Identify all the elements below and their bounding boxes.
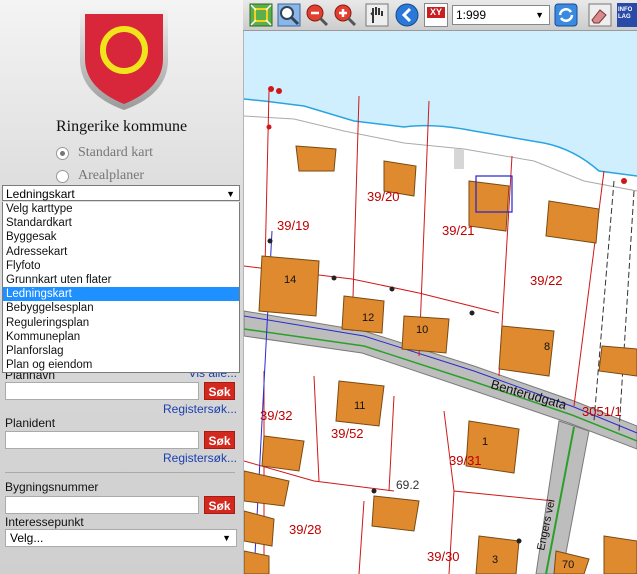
pan-hand-icon[interactable] [365, 3, 389, 27]
building-number: 11 [354, 400, 365, 412]
xy-label: XY [427, 7, 445, 18]
radio-button-checked[interactable] [56, 146, 69, 160]
plan-id-search-button[interactable]: Søk [204, 431, 235, 449]
layer-option[interactable]: Kommuneplan [3, 330, 239, 344]
scale-value: 1:999 [456, 8, 487, 22]
layer-option[interactable]: Standardkart [3, 216, 239, 230]
plot-label: 39/19 [277, 218, 310, 233]
plan-id-label: Planident [5, 416, 56, 430]
plot-label: 39/32 [260, 408, 293, 423]
refresh-icon[interactable] [554, 3, 578, 27]
dropdown-arrow-icon: ▼ [226, 189, 235, 199]
map-layer-select-value: Ledningskart [6, 187, 75, 201]
plan-name-input[interactable] [5, 382, 199, 400]
interest-point-value: Velg... [10, 531, 44, 545]
building-number: 12 [362, 312, 374, 324]
layer-option[interactable]: Velg karttype [3, 202, 239, 216]
municipality-name: Ringerike kommune [55, 118, 188, 135]
divider [5, 472, 235, 473]
xy-coordinate-icon[interactable]: XY [424, 3, 448, 27]
plan-name-register-search-link[interactable]: Registersøk... [163, 402, 237, 416]
layer-option[interactable]: Plan og eiendom [3, 358, 239, 372]
radio-label: Standard kart [78, 145, 154, 160]
info-layer-icon[interactable]: INFO LAG [617, 3, 637, 27]
building-number: 10 [416, 324, 428, 336]
layer-option[interactable]: Flyfoto [3, 259, 239, 273]
interest-point-select[interactable]: Velg... ▼ [5, 529, 237, 547]
building-number: 1 [482, 436, 488, 448]
plan-name-search-button[interactable]: Søk [204, 382, 235, 400]
building-number-label: Bygningsnummer [5, 480, 99, 494]
map-toolbar: XY 1:999 ▼ INFO LAG [243, 0, 637, 31]
interest-point-label: Interessepunkt [5, 515, 84, 529]
zoom-out-icon[interactable] [305, 3, 329, 27]
map-layer-select[interactable]: Ledningskart ▼ [2, 185, 240, 201]
layer-option[interactable]: Grunnkart uten flater [3, 273, 239, 287]
radio-label: Arealplaner [78, 168, 145, 183]
back-arrow-icon[interactable] [395, 3, 419, 27]
plot-label: 39/30 [427, 549, 460, 564]
plot-label: 39/52 [331, 426, 364, 441]
dropdown-arrow-icon: ▼ [535, 10, 544, 20]
layer-option[interactable]: Bebyggelsesplan [3, 301, 239, 315]
building-number-search-button[interactable]: Søk [204, 496, 235, 514]
plot-label: 39/28 [289, 522, 322, 537]
plot-label: 3051/1 [582, 404, 622, 419]
plan-id-register-search-link[interactable]: Registersøk... [163, 451, 237, 465]
plan-id-input[interactable] [5, 431, 199, 449]
map-view[interactable]: 39/20 39/19 39/21 39/22 39/32 39/52 3051… [244, 31, 637, 574]
map-canvas[interactable]: 39/20 39/19 39/21 39/22 39/32 39/52 3051… [244, 31, 637, 574]
layer-option[interactable]: Reguleringsplan [3, 316, 239, 330]
zoom-window-icon[interactable] [277, 3, 301, 27]
building-number-input[interactable] [5, 496, 199, 514]
plot-label: 39/21 [442, 223, 475, 238]
layer-option[interactable]: Planforslag [3, 344, 239, 358]
map-layer-dropdown-list: Velg karttype Standardkart Byggesak Adre… [2, 202, 240, 373]
eraser-icon[interactable] [588, 3, 612, 27]
layer-option[interactable]: Byggesak [3, 230, 239, 244]
layer-option-selected[interactable]: Ledningskart [3, 287, 239, 302]
plot-label: 39/31 [449, 453, 482, 468]
plot-label: 39/20 [367, 189, 400, 204]
building-number: 3 [492, 554, 498, 566]
scale-select[interactable]: 1:999 ▼ [452, 5, 550, 25]
building-number: 8 [544, 341, 550, 353]
building-number: 70 [562, 559, 574, 571]
building-number: 14 [284, 274, 296, 286]
elevation-label: 69.2 [396, 478, 420, 492]
dropdown-arrow-icon: ▼ [222, 533, 231, 543]
radio-standard-map[interactable]: Standard kart [56, 145, 153, 161]
sidebar: Ringerike kommune Standard kart Arealpla… [0, 0, 244, 574]
zoom-extent-icon[interactable] [249, 3, 273, 27]
radio-button[interactable] [56, 169, 69, 183]
coat-of-arms-logo [80, 10, 168, 110]
zoom-in-icon[interactable] [333, 3, 357, 27]
radio-zoning-plans[interactable]: Arealplaner [56, 168, 144, 184]
plot-label: 39/22 [530, 273, 563, 288]
layer-option[interactable]: Adressekart [3, 245, 239, 259]
